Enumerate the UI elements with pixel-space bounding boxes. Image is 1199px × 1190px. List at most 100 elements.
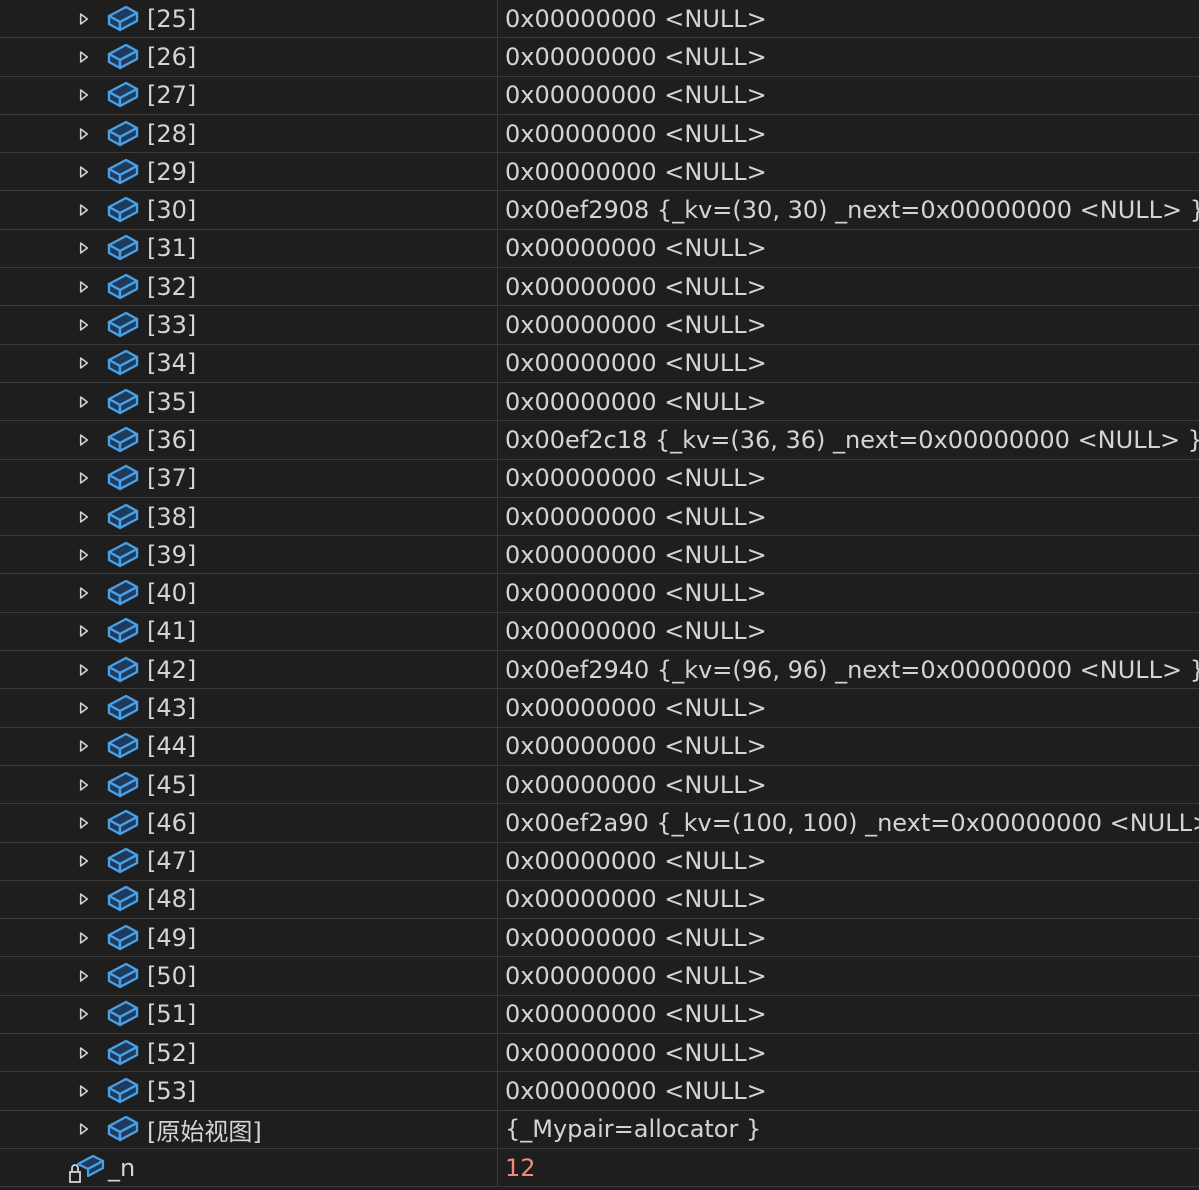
triangle-right-icon[interactable] <box>78 392 90 412</box>
triangle-right-icon[interactable] <box>78 277 90 297</box>
watch-row[interactable]: [40] 0x00000000 <NULL> <box>0 574 1199 613</box>
triangle-right-icon[interactable] <box>78 1081 90 1101</box>
variable-value[interactable]: 0x00000000 <NULL> <box>498 0 1199 37</box>
variable-value[interactable]: 0x00000000 <NULL> <box>498 957 1199 994</box>
variable-name: _n <box>108 1153 136 1182</box>
watch-row[interactable]: [46] 0x00ef2a90 {_kv=(100, 100) _next=0x0… <box>0 804 1199 843</box>
field-cube-icon <box>106 577 140 609</box>
triangle-right-icon[interactable] <box>78 621 90 641</box>
variable-value[interactable]: 0x00000000 <NULL> <box>498 766 1199 803</box>
watch-row[interactable]: [38] 0x00000000 <NULL> <box>0 497 1199 537</box>
variable-value[interactable]: 0x00000000 <NULL> <box>498 306 1199 343</box>
watch-row[interactable]: [48] 0x00000000 <NULL> <box>0 880 1199 920</box>
watch-row[interactable]: [32] 0x00000000 <NULL> <box>0 268 1199 307</box>
variable-value[interactable]: 0x00000000 <NULL> <box>498 77 1199 114</box>
triangle-right-icon[interactable] <box>78 966 90 986</box>
triangle-right-icon[interactable] <box>78 430 90 450</box>
watch-row[interactable]: [34] 0x00000000 <NULL> <box>0 344 1199 383</box>
watch-row[interactable]: [26] 0x00000000 <NULL> <box>0 38 1199 77</box>
triangle-right-icon[interactable] <box>78 851 90 871</box>
watch-row[interactable]: [27] 0x00000000 <NULL> <box>0 76 1199 115</box>
triangle-right-icon[interactable] <box>78 1004 90 1024</box>
variable-value[interactable]: 0x00000000 <NULL> <box>498 230 1199 267</box>
watch-row[interactable]: [28] 0x00000000 <NULL> <box>0 114 1199 154</box>
variable-name: [35] <box>147 387 197 416</box>
triangle-right-icon[interactable] <box>78 775 90 795</box>
watch-row[interactable]: [43] 0x00000000 <NULL> <box>0 689 1199 728</box>
watch-row[interactable]: [47] 0x00000000 <NULL> <box>0 842 1199 881</box>
variable-name: [46] <box>147 808 197 837</box>
watch-row[interactable]: [35] 0x00000000 <NULL> <box>0 382 1199 422</box>
triangle-right-icon[interactable] <box>78 1043 90 1063</box>
variable-value[interactable]: 0x00000000 <NULL> <box>498 1034 1199 1071</box>
triangle-right-icon[interactable] <box>78 736 90 756</box>
watch-row[interactable]: [49] 0x00000000 <NULL> <box>0 919 1199 958</box>
variable-value[interactable]: 0x00000000 <NULL> <box>498 536 1199 573</box>
watch-row[interactable]: [31] 0x00000000 <NULL> <box>0 229 1199 269</box>
variable-value[interactable]: 0x00000000 <NULL> <box>498 153 1199 190</box>
variable-value[interactable]: 0x00000000 <NULL> <box>498 881 1199 918</box>
triangle-right-icon[interactable] <box>78 9 90 29</box>
watch-row[interactable]: [42] 0x00ef2940 {_kv=(96, 96) _next=0x000… <box>0 651 1199 690</box>
variable-value[interactable]: 0x00000000 <NULL> <box>498 38 1199 75</box>
watch-row[interactable]: [37] 0x00000000 <NULL> <box>0 459 1199 498</box>
watch-row[interactable]: [25] 0x00000000 <NULL> <box>0 0 1199 39</box>
triangle-right-icon[interactable] <box>78 47 90 67</box>
variable-value[interactable]: 0x00000000 <NULL> <box>498 996 1199 1033</box>
variable-value[interactable]: 0x00000000 <NULL> <box>498 919 1199 956</box>
watch-row[interactable]: [36] 0x00ef2c18 {_kv=(36, 36) _next=0x000… <box>0 421 1199 460</box>
variable-value[interactable]: 0x00000000 <NULL> <box>498 689 1199 726</box>
triangle-right-icon[interactable] <box>78 928 90 948</box>
variable-value[interactable]: 0x00000000 <NULL> <box>498 115 1199 152</box>
watch-row[interactable]: [50] 0x00000000 <NULL> <box>0 957 1199 996</box>
triangle-right-icon[interactable] <box>78 660 90 680</box>
triangle-right-icon[interactable] <box>78 200 90 220</box>
field-cube-icon <box>106 3 140 35</box>
variable-value[interactable]: 0x00000000 <NULL> <box>498 613 1199 650</box>
watch-row[interactable]: _n 12 <box>0 1148 1199 1188</box>
triangle-right-icon[interactable] <box>78 162 90 182</box>
variable-value[interactable]: 0x00000000 <NULL> <box>498 345 1199 382</box>
triangle-right-icon[interactable] <box>78 889 90 909</box>
variable-value[interactable]: 0x00000000 <NULL> <box>498 574 1199 611</box>
triangle-right-icon[interactable] <box>78 1119 90 1139</box>
field-cube-icon <box>106 79 140 111</box>
watch-row[interactable]: [52] 0x00000000 <NULL> <box>0 1034 1199 1073</box>
triangle-right-icon[interactable] <box>78 583 90 603</box>
watch-row[interactable]: [29] 0x00000000 <NULL> <box>0 153 1199 192</box>
watch-row[interactable]: [41] 0x00000000 <NULL> <box>0 612 1199 652</box>
variable-value[interactable]: 12 <box>498 1149 1199 1186</box>
triangle-right-icon[interactable] <box>78 507 90 527</box>
variable-value[interactable]: 0x00000000 <NULL> <box>498 268 1199 305</box>
watch-row[interactable]: [30] 0x00ef2908 {_kv=(30, 30) _next=0x000… <box>0 191 1199 230</box>
variable-value[interactable]: 0x00ef2908 {_kv=(30, 30) _next=0x0000000… <box>498 191 1199 228</box>
watch-row[interactable]: [53] 0x00000000 <NULL> <box>0 1072 1199 1111</box>
watch-row[interactable]: [33] 0x00000000 <NULL> <box>0 306 1199 345</box>
triangle-right-icon[interactable] <box>78 353 90 373</box>
triangle-right-icon[interactable] <box>78 315 90 335</box>
triangle-right-icon[interactable] <box>78 124 90 144</box>
watch-row[interactable]: [44] 0x00000000 <NULL> <box>0 727 1199 766</box>
variable-value[interactable]: 0x00000000 <NULL> <box>498 728 1199 765</box>
variable-value[interactable]: {_Mypair=allocator } <box>498 1111 1199 1148</box>
variable-value[interactable]: 0x00ef2c18 {_kv=(36, 36) _next=0x0000000… <box>498 421 1199 458</box>
variable-value[interactable]: 0x00ef2a90 {_kv=(100, 100) _next=0x00000… <box>498 804 1199 841</box>
watch-row[interactable]: [原始视图] {_Mypair=allocator } <box>0 1110 1199 1149</box>
variable-value[interactable]: 0x00000000 <NULL> <box>498 498 1199 535</box>
triangle-right-icon[interactable] <box>78 698 90 718</box>
triangle-right-icon[interactable] <box>78 545 90 565</box>
triangle-right-icon[interactable] <box>78 813 90 833</box>
triangle-right-icon[interactable] <box>78 85 90 105</box>
variable-value[interactable]: 0x00000000 <NULL> <box>498 383 1199 420</box>
watch-row[interactable]: [45] 0x00000000 <NULL> <box>0 765 1199 805</box>
variable-value[interactable]: 0x00000000 <NULL> <box>498 460 1199 497</box>
watch-row[interactable]: [39] 0x00000000 <NULL> <box>0 536 1199 575</box>
variable-value[interactable]: 0x00000000 <NULL> <box>498 843 1199 880</box>
field-cube-icon <box>106 1113 140 1145</box>
triangle-right-icon[interactable] <box>78 238 90 258</box>
triangle-right-icon[interactable] <box>78 468 90 488</box>
watch-row[interactable]: [51] 0x00000000 <NULL> <box>0 995 1199 1035</box>
variable-name: [27] <box>147 81 197 110</box>
variable-value[interactable]: 0x00ef2940 {_kv=(96, 96) _next=0x0000000… <box>498 651 1199 688</box>
variable-value[interactable]: 0x00000000 <NULL> <box>498 1072 1199 1109</box>
